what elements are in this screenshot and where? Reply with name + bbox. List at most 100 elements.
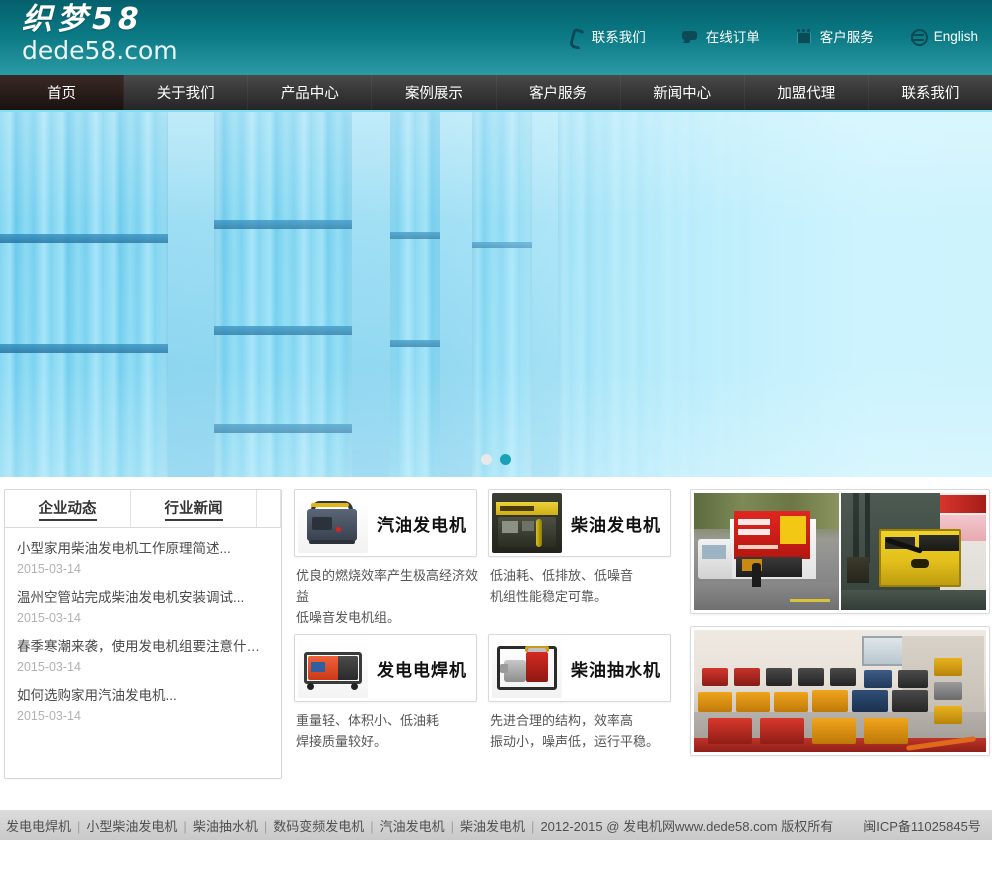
top-link-english-label: English [934, 29, 978, 44]
logo-chinese-text: 织梦58 [22, 4, 178, 36]
news-list-item[interactable]: 如何选购家用汽油发电机... 2015-03-14 [17, 685, 269, 726]
footer-separator: | [531, 819, 534, 834]
product-grid: 汽油发电机 优良的燃烧效率产生极高经济效益 低噪音发电机组。 柴油发电机 低油耗… [294, 489, 684, 758]
top-link-online-order-label: 在线订单 [706, 26, 760, 46]
globe-icon [910, 29, 927, 44]
product-desc-line-2: 焊接质量较好。 [296, 731, 478, 752]
nav-item-products-label: 产品中心 [281, 82, 339, 103]
tab-company-news-label: 企业动态 [39, 497, 97, 521]
footer-link-inverter[interactable]: 数码变频发电机 [273, 819, 364, 834]
news-panel: 企业动态 行业新闻 小型家用柴油发电机工作原理简述... 2015-03-14 … [4, 489, 282, 779]
carousel-dots [0, 454, 992, 465]
tab-industry-news-label: 行业新闻 [165, 497, 223, 521]
nav-item-about-label: 关于我们 [157, 82, 215, 103]
nav-item-service[interactable]: 客户服务 [497, 75, 621, 110]
footer-link-small-diesel[interactable]: 小型柴油发电机 [86, 819, 177, 834]
site-header: 织梦58 dede58.com 联系我们 在线订单 客户服务 English [0, 0, 992, 75]
product-card-link[interactable]: 发电电焊机 [294, 634, 477, 702]
footer-icp-license[interactable]: 闽ICP备11025845号 [863, 816, 981, 835]
product-card-link[interactable]: 柴油发电机 [488, 489, 671, 557]
top-link-customer-service[interactable]: 客户服务 [796, 26, 874, 46]
diesel-water-pump-icon [492, 638, 562, 698]
logo-domain-text: dede58.com [22, 36, 178, 66]
hero-banner-carousel[interactable] [0, 112, 992, 477]
welder-generator-icon [298, 638, 368, 698]
news-list: 小型家用柴油发电机工作原理简述... 2015-03-14 温州空管站完成柴油发… [5, 528, 281, 726]
site-logo[interactable]: 织梦58 dede58.com [22, 4, 178, 66]
news-item-title: 如何选购家用汽油发电机... [17, 685, 269, 706]
main-navigation: 首页 关于我们 产品中心 案例展示 客户服务 新闻中心 加盟代理 联系我们 [0, 75, 992, 112]
product-desc-line-1: 先进合理的结构，效率高 [490, 710, 672, 731]
product-description: 优良的燃烧效率产生极高经济效益 低噪音发电机组。 [294, 557, 480, 628]
carousel-dot-1[interactable] [481, 454, 492, 465]
main-content: 企业动态 行业新闻 小型家用柴油发电机工作原理简述... 2015-03-14 … [0, 477, 992, 779]
news-tabs: 企业动态 行业新闻 [5, 490, 281, 528]
nav-item-home[interactable]: 首页 [0, 75, 124, 110]
generator-showroom-photo[interactable] [694, 630, 986, 752]
footer-separator: | [183, 819, 186, 834]
nav-item-cases[interactable]: 案例展示 [372, 75, 496, 110]
news-list-item[interactable]: 小型家用柴油发电机工作原理简述... 2015-03-14 [17, 538, 269, 579]
banner-slide-image [0, 112, 992, 477]
nav-item-about[interactable]: 关于我们 [124, 75, 248, 110]
product-name: 柴油抽水机 [562, 656, 670, 681]
nav-item-service-label: 客户服务 [529, 82, 587, 103]
tab-company-news[interactable]: 企业动态 [5, 490, 131, 527]
top-link-english[interactable]: English [910, 29, 978, 44]
footer-link-welder[interactable]: 发电电焊机 [6, 819, 71, 834]
nav-item-home-label: 首页 [47, 82, 76, 103]
footer-separator: | [370, 819, 373, 834]
news-list-item[interactable]: 温州空管站完成柴油发电机安装调试... 2015-03-14 [17, 587, 269, 628]
nav-item-cases-label: 案例展示 [405, 82, 463, 103]
header-utility-links: 联系我们 在线订单 客户服务 English [532, 26, 978, 46]
carousel-dot-2[interactable] [500, 454, 511, 465]
top-link-customer-service-label: 客户服务 [820, 26, 874, 46]
footer-link-gasoline[interactable]: 汽油发电机 [380, 819, 445, 834]
phone-icon [568, 29, 585, 44]
nav-item-franchise[interactable]: 加盟代理 [745, 75, 869, 110]
advertising-truck-photo[interactable] [694, 493, 839, 610]
footer-meta: 2012-2015 @ 发电机网www.dede58.com 版权所有 闽ICP… [540, 816, 980, 835]
tab-industry-news[interactable]: 行业新闻 [131, 490, 257, 527]
product-desc-line-1: 优良的燃烧效率产生极高经济效益 [296, 565, 478, 607]
news-list-item[interactable]: 春季寒潮来袭，使用发电机组要注意什么... 2015-03-14 [17, 636, 269, 677]
top-link-contact[interactable]: 联系我们 [568, 26, 646, 46]
yellow-diesel-genset-photo[interactable] [841, 493, 986, 610]
product-card-link[interactable]: 柴油抽水机 [488, 634, 671, 702]
news-item-title: 温州空管站完成柴油发电机安装调试... [17, 587, 269, 608]
product-name: 汽油发电机 [368, 511, 476, 536]
gasoline-generator-icon [298, 493, 368, 553]
top-link-online-order[interactable]: 在线订单 [682, 26, 760, 46]
nav-item-contact[interactable]: 联系我们 [869, 75, 992, 110]
footer-separator: | [77, 819, 80, 834]
gallery-top-row[interactable] [690, 489, 990, 614]
photo-gallery [690, 489, 990, 756]
product-desc-line-1: 重量轻、体积小、低油耗 [296, 710, 478, 731]
site-footer: 发电电焊机|小型柴油发电机|柴油抽水机|数码变频发电机|汽油发电机|柴油发电机|… [0, 810, 992, 840]
news-item-date: 2015-03-14 [17, 706, 269, 726]
product-description: 重量轻、体积小、低油耗 焊接质量较好。 [294, 702, 480, 752]
product-card-diesel-generator: 柴油发电机 低油耗、低排放、低噪音 机组性能稳定可靠。 [488, 489, 674, 628]
nav-item-franchise-label: 加盟代理 [777, 82, 835, 103]
footer-links: 发电电焊机|小型柴油发电机|柴油抽水机|数码变频发电机|汽油发电机|柴油发电机| [6, 816, 540, 835]
footer-link-water-pump[interactable]: 柴油抽水机 [193, 819, 258, 834]
footer-copyright: 2012-2015 @ 发电机网www.dede58.com 版权所有 [540, 816, 833, 835]
diesel-generator-icon [492, 493, 562, 553]
nav-item-news-label: 新闻中心 [653, 82, 711, 103]
product-description: 低油耗、低排放、低噪音 机组性能稳定可靠。 [488, 557, 674, 607]
gallery-bottom-row[interactable] [690, 626, 990, 756]
people-icon [796, 29, 813, 44]
product-card-link[interactable]: 汽油发电机 [294, 489, 477, 557]
chat-icon [682, 29, 699, 44]
product-card-gasoline-generator: 汽油发电机 优良的燃烧效率产生极高经济效益 低噪音发电机组。 [294, 489, 480, 628]
nav-item-contact-label: 联系我们 [901, 82, 959, 103]
product-desc-line-2: 机组性能稳定可靠。 [490, 586, 672, 607]
product-desc-line-2: 振动小，噪声低，运行平稳。 [490, 731, 672, 752]
product-card-welder-generator: 发电电焊机 重量轻、体积小、低油耗 焊接质量较好。 [294, 634, 480, 752]
news-item-title: 春季寒潮来袭，使用发电机组要注意什么... [17, 636, 269, 657]
footer-link-diesel[interactable]: 柴油发电机 [460, 819, 525, 834]
nav-item-news[interactable]: 新闻中心 [621, 75, 745, 110]
news-item-date: 2015-03-14 [17, 559, 269, 579]
product-name: 发电电焊机 [368, 656, 476, 681]
nav-item-products[interactable]: 产品中心 [248, 75, 372, 110]
